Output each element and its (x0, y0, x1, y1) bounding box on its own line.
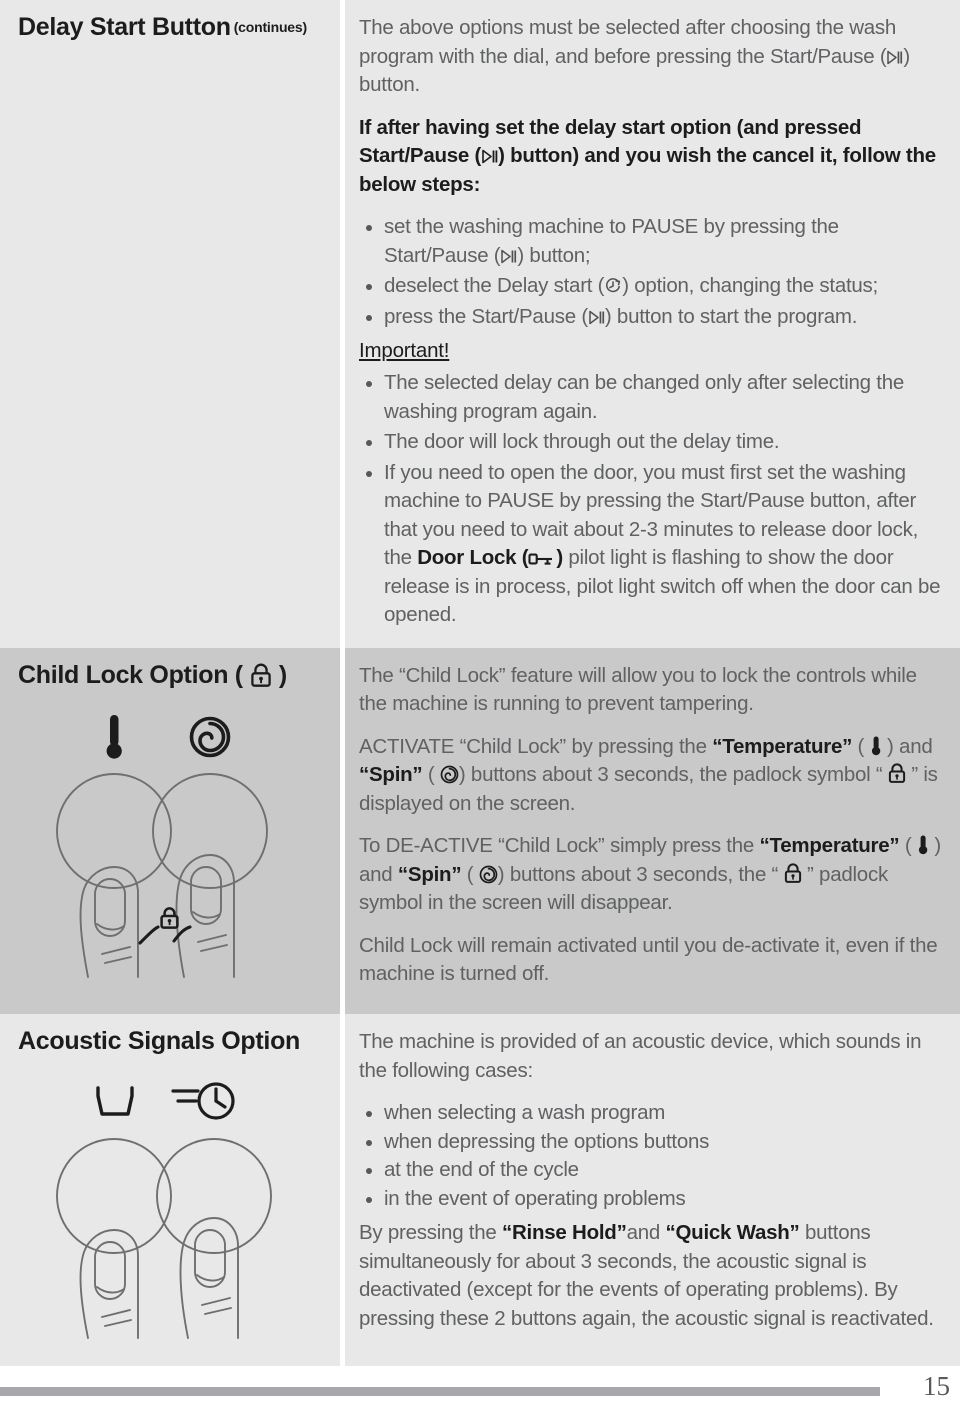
left-finger (79, 866, 139, 978)
acoustic-signals-body-column: The machine is provided of an acoustic d… (345, 1014, 960, 1366)
outro-text-a: By pressing the (359, 1221, 502, 1244)
list-item: press the Start/Pause ( ) button to start… (359, 303, 942, 332)
right-finger (179, 1216, 239, 1339)
step-text-part2: ) button; (517, 243, 591, 267)
activate-text-e: ( (422, 763, 440, 786)
delay-start-body-column: The above options must be selected after… (345, 0, 960, 648)
deactivate-text-e: ( (461, 862, 479, 886)
rinse-hold-button-shape (56, 1137, 172, 1254)
section-acoustic-signals: Acoustic Signals Option The machine is p… (0, 1014, 960, 1366)
child-lock-body-column: The “Child Lock” feature will allow you … (345, 648, 960, 1015)
child-lock-paragraph-3: To DE-ACTIVE “Child Lock” simply press t… (359, 832, 942, 918)
manual-page: Delay Start Button (continues) The above… (0, 0, 960, 1420)
outro-text-c: and (626, 1221, 666, 1244)
step-text-part1: set the washing machine to PAUSE by pres… (384, 215, 839, 267)
deactivate-text-a: To DE-ACTIVE “Child Lock” simply press t… (359, 834, 760, 857)
play-pause-icon (886, 49, 903, 66)
acoustic-signals-illustration (18, 1066, 326, 1356)
child-lock-paragraph-4: Child Lock will remain activated until y… (359, 933, 938, 986)
temperature-label: “Temperature” (759, 834, 900, 857)
padlock-icon (250, 663, 272, 688)
rinse-hold-icon (96, 1085, 134, 1116)
temperature-icon (917, 834, 929, 855)
play-pause-icon (500, 248, 517, 265)
door-lock-label: Door Lock ( (417, 546, 529, 569)
delay-start-intro: The above options must be selected after… (359, 14, 942, 100)
section-delay-start: Delay Start Button (continues) The above… (0, 0, 960, 648)
spin-icon (479, 865, 498, 884)
deactivate-text-c: ( (899, 834, 917, 857)
acoustic-cases-list: when selecting a wash program when depre… (359, 1099, 942, 1213)
step-text-part1: press the Start/Pause ( (384, 304, 588, 328)
door-lock-key-icon (528, 551, 556, 567)
page-footer: 15 (0, 1362, 960, 1402)
right-finger (175, 854, 235, 978)
section-child-lock: Child Lock Option ( ) The “Child Lock” f… (0, 647, 960, 1015)
list-item: deselect the Delay start ( ) option, chan… (359, 272, 942, 301)
step-text-part1: deselect the Delay start ( (384, 274, 605, 297)
list-item: If you need to open the door, you must f… (359, 459, 942, 630)
delay-start-intro-part1: The above options must be selected after… (359, 16, 897, 68)
step-text-part2: ) option, changing the status; (622, 274, 879, 297)
child-lock-title-close: ) (278, 660, 287, 689)
delay-start-lead: If after having set the delay start opti… (359, 114, 942, 200)
acoustic-intro: The machine is provided of an acoustic d… (359, 1030, 922, 1082)
delay-start-title-note: (continues) (233, 19, 307, 36)
list-item: in the event of operating problems (359, 1185, 942, 1214)
activate-text-f: ) buttons about 3 seconds, the padlock s… (458, 763, 888, 786)
delay-start-steps: set the washing machine to PAUSE by pres… (359, 213, 942, 331)
delay-start-title: Delay Start Button (18, 13, 231, 41)
child-lock-title: Child Lock Option ( (18, 660, 243, 689)
child-lock-paragraph-1: The “Child Lock” feature will allow you … (359, 663, 917, 716)
quick-wash-icon (171, 1081, 235, 1120)
spin-label: “Spin” (359, 763, 423, 786)
list-item: when depressing the options buttons (359, 1128, 942, 1157)
activate-text-c: ( (852, 734, 870, 758)
page-number: 15 (923, 1371, 950, 1401)
child-lock-heading-column: Child Lock Option ( ) (0, 647, 345, 1014)
delay-start-heading-column: Delay Start Button (continues) (0, 0, 345, 648)
spin-label: “Spin” (397, 862, 462, 886)
list-item: when selecting a wash program (359, 1099, 942, 1128)
child-lock-title-row: Child Lock Option ( ) (18, 660, 326, 690)
quick-wash-label: “Quick Wash” (665, 1221, 800, 1244)
delay-clock-icon (604, 277, 622, 295)
footer-rule (0, 1387, 880, 1396)
acoustic-signals-heading-column: Acoustic Signals Option (0, 1014, 345, 1366)
quick-wash-button-shape (156, 1137, 272, 1254)
rinse-hold-label: “Rinse Hold” (502, 1221, 627, 1244)
step-text-part2: ) button to start the program. (604, 304, 858, 328)
padlock-icon (160, 907, 179, 929)
list-item: The selected delay can be changed only a… (359, 369, 942, 426)
child-lock-illustration (18, 699, 326, 1004)
child-lock-paragraph-2: ACTIVATE “Child Lock” by pressing the “T… (359, 733, 942, 819)
temperature-icon (870, 735, 882, 756)
acoustic-outro: By pressing the “Rinse Hold”and “Quick W… (359, 1219, 942, 1333)
play-pause-icon (481, 148, 498, 165)
list-item: The door will lock through out the delay… (359, 428, 942, 457)
important-label: Important! (359, 339, 450, 362)
left-finger (79, 1228, 139, 1339)
play-pause-icon (588, 309, 605, 326)
temperature-label: “Temperature” (712, 734, 853, 758)
padlock-icon (784, 862, 802, 884)
door-lock-label-close: ) (556, 546, 563, 569)
page-title: Delay Start Button (continues) (18, 13, 326, 42)
list-item: at the end of the cycle (359, 1156, 942, 1185)
padlock-icon (888, 763, 906, 784)
acoustic-signals-title: Acoustic Signals Option (18, 1027, 301, 1055)
spin-icon (440, 765, 459, 784)
delay-start-important-list: The selected delay can be changed only a… (359, 369, 942, 630)
activate-text-a: ACTIVATE “Child Lock” by pressing the (359, 734, 713, 758)
activate-text-d: ) and (881, 734, 933, 758)
spin-icon (189, 716, 231, 758)
list-item: set the washing machine to PAUSE by pres… (359, 213, 942, 270)
temperature-icon (106, 715, 122, 759)
deactivate-text-f: ) buttons about 3 seconds, the “ (497, 862, 784, 886)
